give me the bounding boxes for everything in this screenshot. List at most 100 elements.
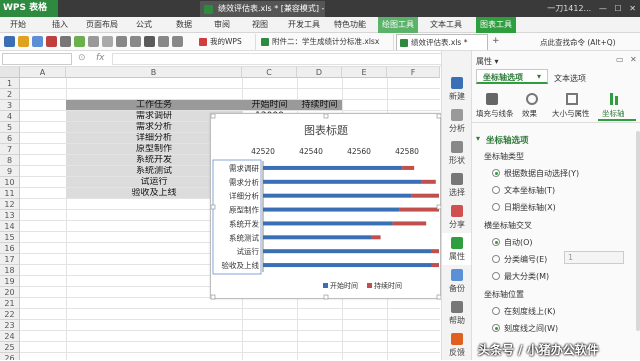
radio-cross-max[interactable]: [492, 272, 500, 280]
row-header[interactable]: 17: [0, 254, 20, 265]
row-header[interactable]: 2: [0, 89, 20, 100]
tab-text-options[interactable]: 文本选项: [554, 73, 586, 84]
window-title-tab[interactable]: 绩效评估表.xls * [兼容模式] - WPS 表格: [200, 1, 325, 29]
row-header[interactable]: 19: [0, 276, 20, 287]
maximize-icon[interactable]: ☐: [614, 4, 621, 13]
row-header[interactable]: 5: [0, 122, 20, 133]
side-btn-share[interactable]: 分享: [442, 201, 472, 233]
subtab-axis[interactable]: 坐标轴: [598, 91, 636, 121]
side-btn-backup[interactable]: 备份: [442, 265, 472, 297]
menu-home[interactable]: 开始: [10, 17, 26, 33]
row-header[interactable]: 16: [0, 243, 20, 254]
radio-on-tick-label[interactable]: 在刻度线上(K): [504, 306, 556, 317]
cut-icon[interactable]: [88, 36, 99, 47]
radio-date-axis-label[interactable]: 日期坐标轴(X): [504, 202, 556, 213]
format-icon[interactable]: [158, 36, 169, 47]
preview-icon[interactable]: [74, 36, 85, 47]
row-header[interactable]: 20: [0, 287, 20, 298]
menu-drawing-tools[interactable]: 绘图工具: [378, 17, 418, 33]
props-scrollbar[interactable]: [636, 131, 640, 331]
col-header-b[interactable]: B: [66, 67, 242, 78]
row-header[interactable]: 24: [0, 331, 20, 342]
menu-developer[interactable]: 开发工具: [288, 17, 320, 33]
radio-auto-axis-label[interactable]: 根据数据自动选择(Y): [504, 168, 579, 179]
col-header-c[interactable]: C: [242, 67, 297, 78]
row-header[interactable]: 11: [0, 188, 20, 199]
row-header[interactable]: 12: [0, 199, 20, 210]
col-header-d[interactable]: D: [297, 67, 342, 78]
row-header[interactable]: 10: [0, 177, 20, 188]
radio-between-tick-label[interactable]: 刻度线之间(W): [504, 323, 558, 334]
side-btn-help[interactable]: 帮助: [442, 297, 472, 329]
radio-between-tick[interactable]: [492, 324, 500, 332]
row-header[interactable]: 13: [0, 210, 20, 221]
command-search[interactable]: 点此查找命令 (Alt+Q): [540, 37, 616, 48]
gantt-chart[interactable]: 图表标题 42520 42540 42560 42580 需求调研 需求分析 详细分析 原型制作…: [210, 113, 442, 300]
doc-tab-attachment[interactable]: 附件二：学生成绩计分标准.xlsx: [258, 34, 394, 50]
radio-date-axis[interactable]: [492, 203, 500, 211]
save-icon[interactable]: [32, 36, 43, 47]
new-tab-icon[interactable]: +: [492, 36, 500, 46]
menu-formula[interactable]: 公式: [136, 17, 152, 33]
col-header-a[interactable]: A: [20, 67, 66, 78]
menu-review[interactable]: 审阅: [214, 17, 230, 33]
collapse-icon[interactable]: ▾: [476, 134, 480, 143]
row-header[interactable]: 22: [0, 309, 20, 320]
subtab-effects[interactable]: 效果: [518, 91, 548, 121]
copy-icon[interactable]: [102, 36, 113, 47]
doc-tab-mywps[interactable]: 我的WPS: [196, 34, 256, 50]
radio-on-tick[interactable]: [492, 307, 500, 315]
menu-data[interactable]: 数据: [176, 17, 192, 33]
more-icon[interactable]: [172, 36, 183, 47]
subtab-size-props[interactable]: 大小与属性: [552, 91, 592, 121]
menu-view[interactable]: 视图: [252, 17, 268, 33]
radio-text-axis-label[interactable]: 文本坐标轴(T): [504, 185, 555, 196]
wps-logo[interactable]: WPS 表格: [0, 0, 58, 17]
menu-insert[interactable]: 插入: [52, 17, 68, 33]
row-header[interactable]: 14: [0, 221, 20, 232]
panel-close-icon[interactable]: ✕: [630, 55, 637, 64]
menu-chart-tools[interactable]: 图表工具: [476, 17, 516, 33]
pdf-icon[interactable]: [46, 36, 57, 47]
menu-page-layout[interactable]: 页面布局: [86, 17, 118, 33]
props-title[interactable]: 属性 ▾: [476, 56, 499, 67]
row-header[interactable]: 23: [0, 320, 20, 331]
print-icon[interactable]: [60, 36, 71, 47]
side-btn-properties[interactable]: 属性: [442, 233, 472, 265]
menu-special[interactable]: 特色功能: [334, 17, 366, 33]
row-header[interactable]: 4: [0, 111, 20, 122]
col-header-e[interactable]: E: [342, 67, 387, 78]
radio-text-axis[interactable]: [492, 186, 500, 194]
side-btn-new[interactable]: 新建: [442, 73, 472, 105]
minimize-icon[interactable]: —: [599, 4, 607, 13]
radio-cross-number[interactable]: [492, 255, 500, 263]
user-name[interactable]: 一刀1412...: [547, 4, 591, 13]
tab-axis-options[interactable]: 坐标轴选项 ▾: [476, 69, 548, 84]
align-icon[interactable]: [144, 36, 155, 47]
side-btn-analyze[interactable]: 分析: [442, 105, 472, 137]
fx-icon[interactable]: fx: [96, 53, 105, 63]
row-header[interactable]: 15: [0, 232, 20, 243]
radio-cross-auto[interactable]: [492, 238, 500, 246]
menu-text-tools[interactable]: 文本工具: [430, 17, 462, 33]
row-header[interactable]: 25: [0, 342, 20, 353]
pin-icon[interactable]: ▭: [616, 55, 624, 64]
close-icon[interactable]: ✕: [629, 4, 636, 13]
row-header[interactable]: 26: [0, 353, 20, 360]
row-header[interactable]: 21: [0, 298, 20, 309]
row-header[interactable]: 18: [0, 265, 20, 276]
side-btn-feedback[interactable]: 反馈: [442, 329, 472, 361]
menu-icon[interactable]: [4, 36, 15, 47]
name-box[interactable]: [2, 53, 72, 65]
row-header[interactable]: 9: [0, 166, 20, 177]
row-header[interactable]: 8: [0, 155, 20, 166]
side-btn-select[interactable]: 选择: [442, 169, 472, 201]
formula-input[interactable]: [112, 53, 468, 65]
section-axis-options[interactable]: 坐标轴选项: [486, 134, 529, 146]
row-header[interactable]: 6: [0, 133, 20, 144]
open-icon[interactable]: [18, 36, 29, 47]
zoom-icon[interactable]: ⊙: [78, 53, 86, 63]
radio-cross-max-label[interactable]: 最大分类(M): [504, 271, 549, 282]
row-header[interactable]: 7: [0, 144, 20, 155]
doc-tab-current[interactable]: 绩效评估表.xls *: [396, 34, 488, 50]
